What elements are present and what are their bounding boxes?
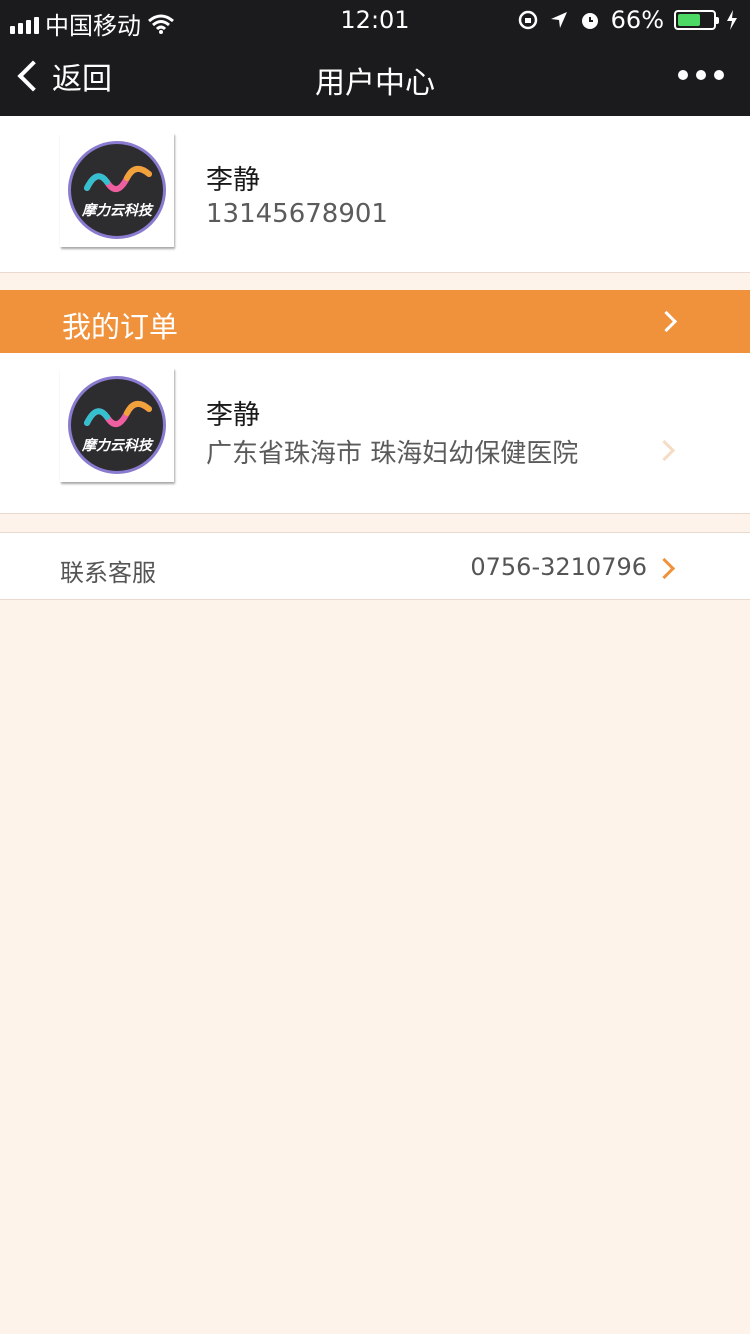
battery-fill [678,14,701,26]
contact-phone: 0756-3210796 [470,553,647,581]
status-right: 66% [517,6,738,34]
rotation-lock-icon [518,10,537,30]
chevron-right-icon [653,439,676,462]
location-arrow-icon [550,12,567,28]
wave-logo-icon [84,165,152,192]
more-dots-icon[interactable] [678,70,724,80]
battery-percent: 66% [610,6,664,34]
my-orders-label: 我的订单 [62,310,179,344]
order-item[interactable]: 摩力云科技 李静 广东省珠海市 珠海妇幼保健医院 [0,353,750,514]
user-phone: 13145678901 [206,199,388,229]
company-logo: 摩力云科技 [68,141,166,239]
avatar: 摩力云科技 [60,133,174,247]
order-location: 广东省珠海市 珠海妇幼保健医院 [206,439,579,469]
logo-text: 摩力云科技 [82,438,152,454]
logo-text: 摩力云科技 [82,203,152,219]
profile-card: 摩力云科技 李静 13145678901 [0,116,750,273]
user-name: 李静 [206,165,260,196]
nav-bar: 返回 用户中心 [0,40,750,116]
chevron-right-icon [653,557,676,580]
chevron-right-icon [655,310,678,333]
order-avatar: 摩力云科技 [60,368,174,482]
wave-logo-icon [84,400,152,427]
my-orders-header[interactable]: 我的订单 [0,290,750,353]
contact-service-row[interactable]: 联系客服 0756-3210796 [0,532,750,600]
status-bar: 中国移动 12:01 66% [0,0,750,40]
order-name: 李静 [206,400,260,431]
charging-icon [727,10,737,30]
battery-icon [674,10,719,30]
alarm-icon [581,13,598,29]
contact-label: 联系客服 [60,559,156,587]
company-logo: 摩力云科技 [68,376,166,474]
page-title: 用户中心 [315,66,435,101]
